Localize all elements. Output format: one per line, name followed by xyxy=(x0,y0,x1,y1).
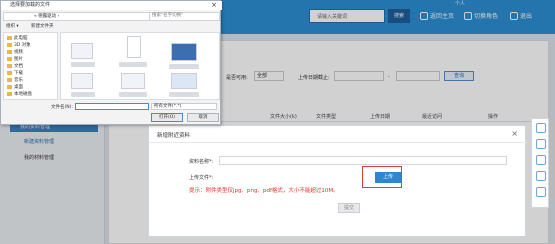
phone-icon[interactable] xyxy=(536,187,546,197)
chat-icon[interactable] xyxy=(536,171,546,181)
file-label: 上传文件*: xyxy=(189,175,214,181)
dialog-search-input[interactable]: 搜索"名字切换" xyxy=(149,12,219,21)
filename-input[interactable] xyxy=(75,103,149,110)
dialog-close-icon[interactable]: × xyxy=(211,1,217,10)
folder-icon xyxy=(7,71,12,75)
dialog-toolbar: 组织 ▾ 新建文件夹 xyxy=(3,22,220,31)
new-folder-button[interactable]: 新建文件夹 xyxy=(31,22,54,31)
file-thumbnail[interactable] xyxy=(171,73,197,89)
tree-item-label: 文档 xyxy=(14,64,23,69)
blurred-filename xyxy=(119,62,147,67)
folder-tree: 此电脑 3D 对象 视频 图片 文档 下载 音乐 桌面 本地磁盘 xyxy=(3,32,58,100)
dialog-footer: 文件名(N): 所有文件(*.*) 打开(O) 取消 xyxy=(3,102,220,124)
tree-item-label: 音乐 xyxy=(14,78,23,83)
tree-item[interactable]: 3D 对象 xyxy=(7,42,31,48)
file-thumbnail[interactable] xyxy=(127,36,141,58)
file-thumbnail[interactable] xyxy=(71,73,93,89)
folder-icon xyxy=(7,85,12,89)
link-icon[interactable] xyxy=(536,155,546,165)
filename-label: 文件名(N): xyxy=(51,105,73,110)
tree-item-label: 本地磁盘 xyxy=(14,92,32,97)
file-open-dialog: 选择要加载的文件 × « 德露驱动 › 搜索"名字切换" 组织 ▾ 新建文件夹 … xyxy=(0,0,222,125)
right-toolbar xyxy=(531,118,549,208)
folder-icon xyxy=(7,43,12,47)
tree-item[interactable]: 文档 xyxy=(7,63,23,69)
folder-icon xyxy=(7,50,12,54)
upload-button[interactable]: 上传 xyxy=(375,172,401,183)
close-icon[interactable]: × xyxy=(511,129,518,138)
blurred-filename xyxy=(169,64,199,69)
modal-divider xyxy=(149,142,527,143)
tree-item-label: 下载 xyxy=(14,71,23,76)
tree-item[interactable]: 图片 xyxy=(7,56,23,62)
file-grid xyxy=(60,32,220,100)
tree-item[interactable]: 音乐 xyxy=(7,77,23,83)
modal-title: 新增附近资料 xyxy=(157,133,191,139)
star-icon[interactable] xyxy=(536,123,546,133)
folder-icon xyxy=(7,64,12,68)
tree-item-label: 3D 对象 xyxy=(14,43,31,48)
blurred-filename xyxy=(71,92,95,97)
dialog-title: 选择要加载的文件 xyxy=(1,1,222,10)
blurred-filename xyxy=(119,92,147,97)
file-thumbnail[interactable] xyxy=(171,43,197,61)
new-material-modal: 新增附近资料 × 资料名称*: 上传文件*: 上传 提示：附件类型仅jpg、pn… xyxy=(148,125,527,237)
filetype-select[interactable]: 所有文件(*.*) xyxy=(151,103,217,110)
name-input[interactable] xyxy=(219,156,507,165)
tree-item[interactable]: 视频 xyxy=(7,49,23,55)
open-button[interactable]: 打开(O) xyxy=(151,113,183,122)
blurred-filename xyxy=(71,62,95,67)
folder-icon xyxy=(7,36,12,40)
cancel-button[interactable]: 取消 xyxy=(187,113,219,122)
file-thumbnail[interactable] xyxy=(71,43,93,59)
folder-icon xyxy=(7,78,12,82)
organize-menu[interactable]: 组织 ▾ xyxy=(6,22,19,31)
tree-item-label: 此电脑 xyxy=(14,36,28,41)
upload-hint: 提示：附件类型仅jpg、png、pdf格式，大小不能超过10M。 xyxy=(189,188,339,194)
tree-item-label: 视频 xyxy=(14,50,23,55)
tree-item[interactable]: 桌面 xyxy=(7,84,23,90)
blurred-filename xyxy=(169,92,199,97)
gear-icon[interactable] xyxy=(536,139,546,149)
tree-item[interactable]: 本地磁盘 xyxy=(7,91,32,97)
folder-icon xyxy=(7,57,12,61)
drive-icon xyxy=(7,92,12,96)
tree-item-label: 桌面 xyxy=(14,85,23,90)
tree-item[interactable]: 下载 xyxy=(7,70,23,76)
tree-item-label: 图片 xyxy=(14,57,23,62)
file-thumbnail[interactable] xyxy=(121,73,145,89)
submit-button[interactable]: 提交 xyxy=(338,203,360,213)
name-label: 资料名称*: xyxy=(189,159,214,165)
tree-item[interactable]: 此电脑 xyxy=(7,35,28,41)
